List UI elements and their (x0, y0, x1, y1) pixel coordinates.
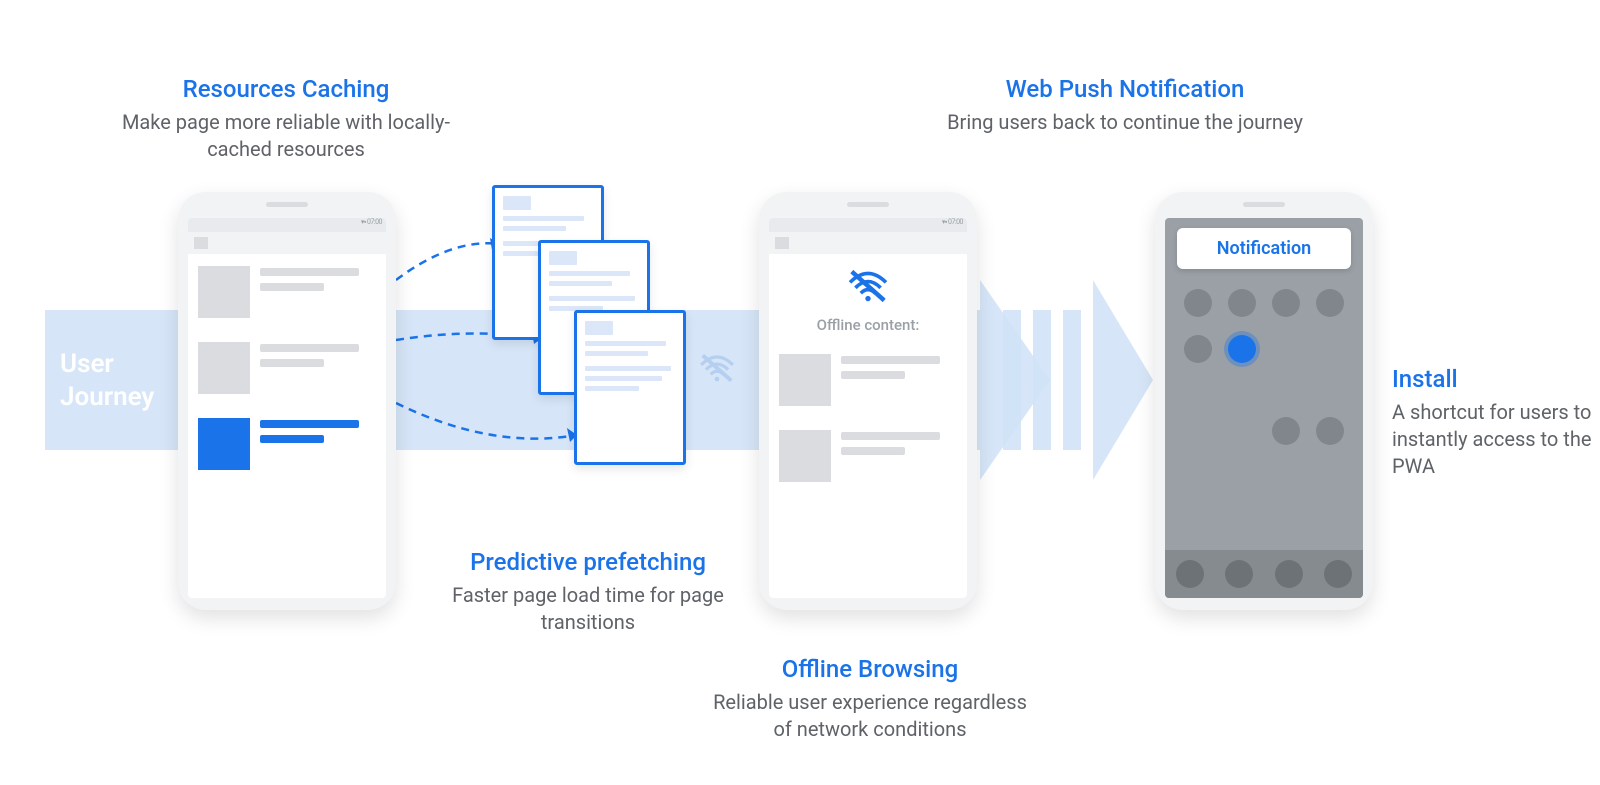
caching-title: Resources Caching (106, 75, 466, 103)
pwa-install-icon (1228, 335, 1256, 363)
app-icon (1184, 289, 1212, 317)
install-label: Install A shortcut for users to instantl… (1392, 365, 1592, 480)
phone-homescreen: Notification (1155, 192, 1373, 610)
wifi-off-icon (769, 268, 967, 308)
install-title: Install (1392, 365, 1592, 393)
prefetch-desc: Faster page load time for page transitio… (418, 582, 758, 636)
status-bar (188, 218, 386, 232)
push-desc: Bring users back to continue the journey (945, 109, 1305, 136)
app-icon (1316, 289, 1344, 317)
dock-icon (1275, 560, 1303, 588)
list-item (769, 342, 967, 418)
push-label: Web Push Notification Bring users back t… (945, 75, 1305, 136)
dock-icon (1176, 560, 1204, 588)
phone-caching (178, 192, 396, 610)
app-icon (1272, 417, 1300, 445)
list-item (188, 330, 386, 406)
flow-arrow-head (1093, 280, 1153, 480)
status-bar (769, 218, 967, 232)
flow-dash-1 (1003, 310, 1021, 450)
app-icon (1228, 289, 1256, 317)
list-item (769, 418, 967, 494)
home-icon-grid (1165, 279, 1363, 455)
offline-desc: Reliable user experience regardless of n… (705, 689, 1035, 743)
toolbar (188, 232, 386, 254)
toolbar (769, 232, 967, 254)
dock (1165, 550, 1363, 598)
app-icon (1316, 417, 1344, 445)
flow-dash-3 (1063, 310, 1081, 450)
install-desc: A shortcut for users to instantly access… (1392, 399, 1592, 480)
notification-card: Notification (1177, 228, 1351, 269)
user-journey-label: User Journey (60, 348, 154, 413)
dock-icon (1225, 560, 1253, 588)
app-icon (1184, 335, 1212, 363)
offline-label: Offline Browsing Reliable user experienc… (705, 655, 1035, 743)
prefetch-arrow-3 (392, 395, 587, 465)
prefetch-title: Predictive prefetching (418, 548, 758, 576)
list-item (188, 254, 386, 330)
dock-icon (1324, 560, 1352, 588)
prefetch-label: Predictive prefetching Faster page load … (418, 548, 758, 636)
phone-offline: Offline content: (759, 192, 977, 610)
offline-title: Offline Browsing (705, 655, 1035, 683)
push-title: Web Push Notification (945, 75, 1305, 103)
list-item-selected (188, 406, 386, 482)
app-icon (1272, 289, 1300, 317)
caching-label: Resources Caching Make page more reliabl… (106, 75, 466, 163)
offline-content-label: Offline content: (769, 316, 967, 334)
wifi-off-icon (698, 352, 736, 393)
caching-desc: Make page more reliable with locally-cac… (106, 109, 466, 163)
prefetched-doc (574, 310, 686, 465)
pwa-user-journey-diagram: User Journey Resources Caching Make page… (0, 0, 1600, 785)
flow-dash-2 (1033, 310, 1051, 450)
